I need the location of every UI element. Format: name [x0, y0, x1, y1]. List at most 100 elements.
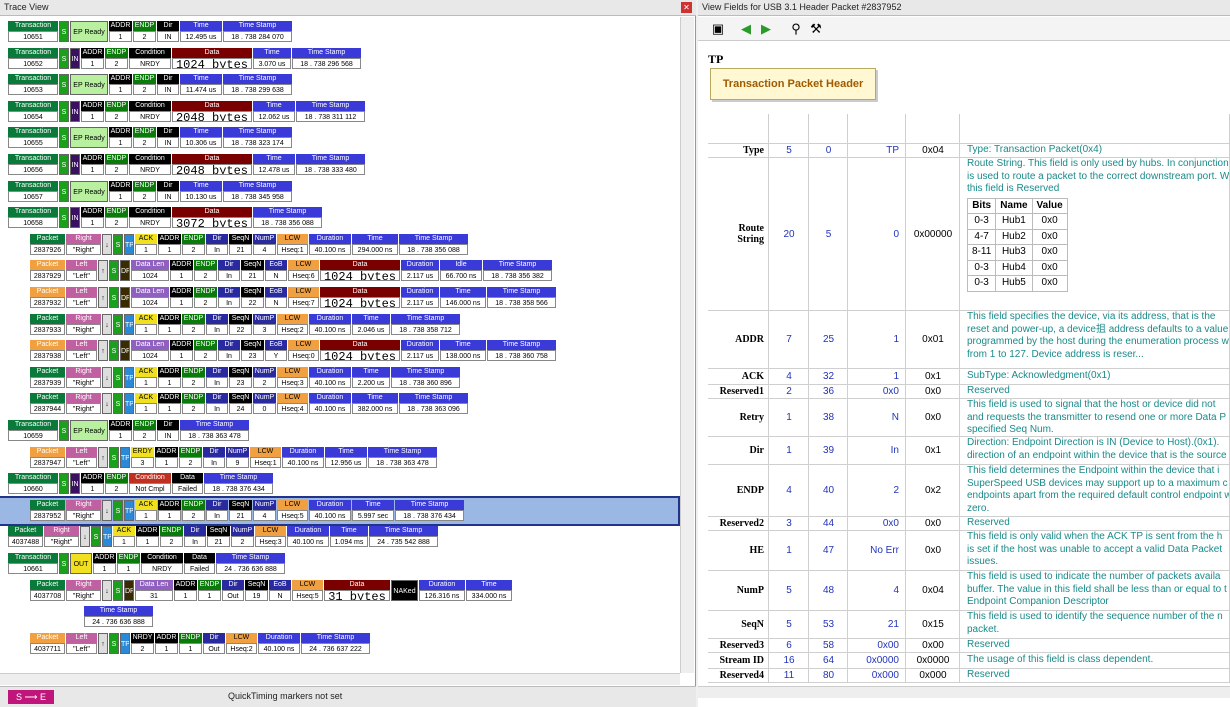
trace-row[interactable]: Time Stamp 24 . 736 636 888 — [0, 604, 678, 630]
field-row[interactable]: Reserved1 2 36 0x0 0x0 Reserved — [708, 385, 1230, 399]
trace-row[interactable]: Packet 2837952 Right "Right" ↓ S TP ACK 1 ADDR 1 EN… — [0, 495, 680, 526]
trace-cell-label: ENDP — [133, 74, 156, 85]
close-icon[interactable]: ✕ — [681, 2, 692, 13]
trace-row[interactable]: Packet 4037708 Right "Right" ↓ S DP Data Len 31 A… — [0, 578, 678, 604]
trace-cell: ↓ — [102, 499, 112, 521]
trace-cell-value: 10658 — [8, 217, 58, 229]
trace-cell-label: ENDP — [182, 393, 205, 404]
field-row[interactable]: Reserved3 6 58 0x00 0x00 Reserved — [708, 639, 1230, 653]
trace-cell-value: NRDY — [129, 110, 171, 122]
trace-cell-label: Time — [253, 100, 295, 111]
trace-cell-label: Condition — [141, 553, 183, 563]
trace-row[interactable]: Transaction 10655 S EP Ready ADDR 1 ENDP 2 Dir IN… — [0, 125, 678, 151]
field-h: 0x15 — [907, 611, 960, 638]
field-row[interactable]: NumP 5 48 4 0x04 This field is used to indica… — [708, 571, 1230, 611]
trace-row[interactable]: Transaction 10652 S IN ADDR 1 ENDP 2 Condition NR… — [0, 46, 678, 72]
field-row[interactable]: Type 5 0 TP 0x04 Type: Transaction Packet(0x4… — [708, 144, 1230, 158]
trace-row[interactable]: Packet 2837929 Left "Left" ↑ S DP Data Len 1024 A… — [0, 258, 678, 284]
field-row[interactable]: Reserved2 3 44 0x0 0x0 Reserved — [708, 517, 1230, 531]
field-row[interactable]: Stream ID 16 64 0x0000 0x0000 The usage of th… — [708, 653, 1230, 669]
field-name: Reserved4 — [708, 669, 769, 682]
trace-row[interactable]: Packet 4037488 Right "Right" ↓ S TP ACK 1 ADDR 1 EN… — [0, 524, 678, 550]
trace-row[interactable]: Transaction 10657 S EP Ready ADDR 1 ENDP 2 Dir IN… — [0, 179, 678, 205]
trace-cell-label: NumP — [226, 446, 249, 457]
trace-row[interactable]: Transaction 10653 S EP Ready ADDR 1 ENDP 2 Dir IN… — [0, 72, 678, 98]
field-row[interactable]: Retry 1 38 N 0x0 This field is used to signal… — [708, 399, 1230, 437]
trace-row[interactable]: Transaction 10656 S IN ADDR 1 ENDP 2 Condition NR… — [0, 152, 678, 178]
trace-row[interactable]: Packet 2837947 Left "Left" ↑ S TP ERDY 3 ADDR 1 END… — [0, 445, 678, 471]
trace-row[interactable]: Packet 2837932 Left "Left" ↑ S DP Data Len 1024 A… — [0, 285, 678, 311]
trace-cell-value: Hseq:4 — [277, 403, 308, 415]
field-o: 44 — [810, 517, 848, 530]
trace-cell-value: 5.997 sec — [352, 509, 394, 521]
trace-cell: EP Ready — [70, 21, 108, 42]
trace-cell-value: 2 — [105, 164, 128, 175]
trace-row[interactable]: Transaction 10658 S IN ADDR 1 ENDP 2 Condition NR… — [0, 205, 678, 231]
trace-cell-label: Dir — [203, 632, 225, 643]
trace-cell-value: Hseq:1 — [250, 456, 281, 468]
trace-row[interactable]: Transaction 10651 S EP Ready ADDR 1 ENDP 2 Dir IN… — [0, 19, 678, 45]
trace-cell-label: Time Stamp — [223, 180, 292, 191]
trace-cell-value: 12.956 us — [325, 456, 367, 468]
horizontal-scrollbar[interactable] — [0, 673, 680, 685]
trace-row[interactable]: Transaction 10661 S OUT ADDR 1 ENDP 1 Condition N… — [0, 551, 678, 577]
find-icon[interactable]: ⚲ — [788, 21, 804, 37]
field-row[interactable]: HE 1 47 No Err 0x0 This field is only valid w… — [708, 531, 1230, 571]
trace-cell-label: ADDR — [170, 340, 193, 351]
trace-cell-value: 18 . 738 376 434 — [204, 483, 273, 495]
fields-horizontal-scrollbar[interactable] — [698, 686, 1230, 698]
trace-row[interactable]: Packet 2837939 Right "Right" ↓ S TP ACK 1 ADDR 1 EN… — [0, 365, 678, 391]
trace-row[interactable]: Packet 2837926 Right "Right" ↓ S TP ACK 1 ADDR 1 EN… — [0, 232, 678, 258]
field-row[interactable]: ENDP 4 40 2 0x2 This field determines the End… — [708, 465, 1230, 517]
trace-cell-label: Time — [253, 47, 291, 58]
trace-cell: S — [59, 21, 69, 42]
trace-row[interactable]: Transaction 10659 S EP Ready ADDR 1 ENDP 2 Dir IN… — [0, 418, 678, 444]
trace-cell: S — [109, 632, 119, 654]
tool-icon[interactable]: ⚒ — [808, 21, 824, 37]
trace-cell-label: ENDP — [133, 127, 156, 138]
field-row[interactable]: Reserved4 11 80 0x000 0x000 Reserved — [708, 669, 1230, 683]
trace-cell-value: 2 — [133, 84, 156, 96]
trace-cell-value: 4 — [253, 243, 276, 255]
trace-cell-label: Duration — [309, 313, 351, 324]
trace-cell-label: Packet — [30, 632, 65, 643]
trace-cell-label: Dir — [157, 127, 179, 138]
trace-row[interactable]: Packet 2837944 Right "Right" ↓ S TP ACK 1 ADDR 1 EN… — [0, 391, 678, 417]
trace-row[interactable]: Transaction 10660 S IN ADDR 1 ENDP 2 Condition No… — [0, 471, 678, 497]
field-row[interactable]: Route String 20 5 0 0x00000 Route String. Thi… — [708, 158, 1230, 311]
trace-cell: IN — [70, 47, 80, 69]
forward-arrow-icon[interactable]: ▶ — [758, 21, 774, 37]
vertical-scrollbar[interactable] — [680, 17, 694, 673]
field-row[interactable]: ADDR 7 25 1 0x01 This field specifies the dev… — [708, 311, 1230, 369]
status-bar: S ⟶ E QuickTiming markers not set — [0, 686, 696, 707]
trace-cell-value: 18 . 738 363 096 — [399, 403, 468, 415]
field-row[interactable]: Dir 1 39 In 0x1 Direction: Endpoint Direction… — [708, 437, 1230, 465]
field-row[interactable]: SeqN 5 53 21 0x15 This field is used to ident… — [708, 611, 1230, 639]
field-description: This field specifies the device, via its… — [961, 311, 1230, 368]
field-name: Retry — [708, 399, 769, 436]
trace-cell-value: 3 — [131, 456, 154, 468]
field-o: 48 — [810, 571, 848, 610]
trace-cell-label: NumP — [253, 393, 276, 404]
back-arrow-icon[interactable]: ◀ — [738, 21, 754, 37]
trace-cell-value: 1 — [158, 376, 181, 388]
trace-cell-label: Transaction — [8, 21, 58, 31]
trace-cell-value: 18 . 738 358 566 — [487, 297, 556, 308]
field-d: 2 — [849, 465, 906, 516]
trace-cell-value: 40.100 ns — [258, 642, 300, 654]
fields-toolbar: ▣ ◀ ▶ ⚲ ⚒ — [698, 17, 1230, 41]
save-icon[interactable]: ▣ — [710, 21, 726, 37]
trace-cell-value: 10661 — [8, 563, 58, 574]
trace-cell: S — [91, 526, 101, 548]
trace-row[interactable]: Packet 2837938 Left "Left" ↑ S DP Data Len 1024 A… — [0, 338, 678, 364]
trace-row[interactable]: Packet 4037711 Left "Left" ↑ S TP NRDY 2 ADDR 1 END… — [0, 631, 678, 657]
field-row[interactable]: ACK 4 32 1 0x1 SubType: Acknowledgment(0x1) — [708, 369, 1230, 385]
trace-row[interactable]: Transaction 10654 S IN ADDR 1 ENDP 2 Condition NR… — [0, 99, 678, 125]
trace-cell-label: Right — [44, 526, 79, 537]
trace-cell: S — [113, 579, 123, 601]
start-end-button[interactable]: S ⟶ E — [8, 690, 54, 704]
trace-cell: ↑ — [98, 287, 108, 308]
packet-header-button[interactable]: Transaction Packet Header — [710, 68, 876, 100]
trace-row[interactable]: Packet 2837933 Right "Right" ↓ S TP ACK 1 ADDR 1 EN… — [0, 312, 678, 338]
trace-cell: S — [59, 100, 69, 122]
